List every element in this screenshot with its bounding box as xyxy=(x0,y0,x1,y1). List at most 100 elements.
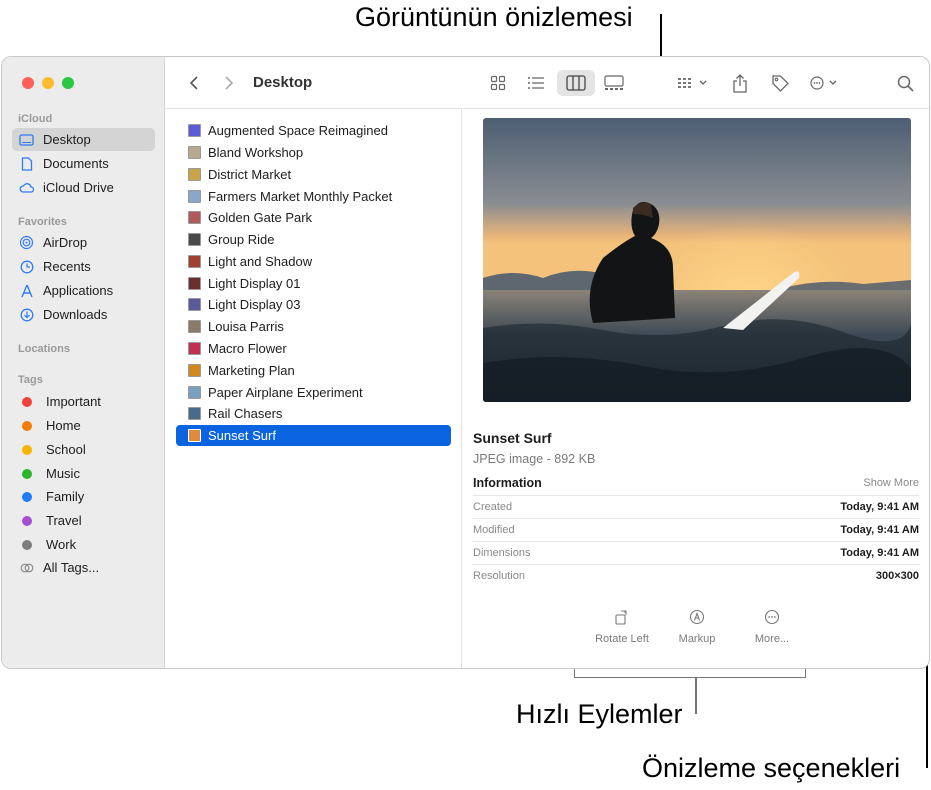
file-thumbnail-icon xyxy=(188,211,201,224)
file-thumbnail-icon xyxy=(188,320,201,333)
more-icon xyxy=(764,609,780,625)
columns-icon xyxy=(566,75,586,91)
list-view-button[interactable] xyxy=(521,70,551,96)
sidebar-item-applications[interactable]: Applications xyxy=(12,279,155,302)
sidebar-all-tags[interactable]: All Tags... xyxy=(12,556,155,579)
file-thumbnail-icon xyxy=(188,124,201,137)
chevron-right-icon xyxy=(225,76,234,90)
tags-icon xyxy=(19,560,34,575)
sidebar-item-icloud-drive[interactable]: iCloud Drive xyxy=(12,176,155,199)
download-icon xyxy=(19,307,34,322)
file-item[interactable]: Light Display 01 xyxy=(176,273,451,294)
column-view-button[interactable] xyxy=(557,70,595,96)
gallery-view-button[interactable] xyxy=(599,70,629,96)
section-tags: Tags xyxy=(18,374,43,386)
annotation-quick-actions: Hızlı Eylemler xyxy=(516,699,683,729)
sidebar-item-downloads[interactable]: Downloads xyxy=(12,303,155,326)
sidebar-tag-school[interactable]: School xyxy=(12,438,155,461)
image-preview[interactable] xyxy=(483,118,911,402)
rotate-left-icon xyxy=(615,610,627,625)
file-item[interactable]: Paper Airplane Experiment xyxy=(176,382,451,403)
tag-color-dot xyxy=(22,420,32,431)
sidebar-tag-work[interactable]: Work xyxy=(12,533,155,556)
file-thumbnail-icon xyxy=(188,342,201,355)
back-button[interactable] xyxy=(185,70,203,96)
search-button[interactable] xyxy=(893,70,917,96)
file-item[interactable]: Macro Flower xyxy=(176,338,451,359)
file-thumbnail-icon xyxy=(188,168,201,181)
group-by-button[interactable] xyxy=(673,70,713,96)
minimize-button[interactable] xyxy=(42,77,54,89)
file-thumbnail-icon xyxy=(188,277,201,290)
finder-window: iCloud Desktop Documents iCloud Drive Fa… xyxy=(1,56,930,669)
sidebar-tag-family[interactable]: Family xyxy=(12,485,155,508)
sidebar-tag-travel[interactable]: Travel xyxy=(12,509,155,532)
file-item[interactable]: Farmers Market Monthly Packet xyxy=(176,186,451,207)
file-item[interactable]: Augmented Space Reimagined xyxy=(176,120,451,141)
chevron-left-icon xyxy=(189,76,198,90)
toolbar: Desktop xyxy=(165,57,929,109)
tag-icon xyxy=(772,75,789,92)
airdrop-icon xyxy=(19,235,34,250)
sidebar-item-desktop[interactable]: Desktop xyxy=(12,128,155,151)
search-icon xyxy=(897,75,914,92)
applications-icon xyxy=(19,283,34,298)
file-item[interactable]: Golden Gate Park xyxy=(176,207,451,228)
action-button[interactable] xyxy=(807,70,843,96)
sidebar-tag-music[interactable]: Music xyxy=(12,462,155,485)
info-row-modified: Modified Today, 9:41 AM xyxy=(473,518,919,541)
close-button[interactable] xyxy=(22,77,34,89)
tag-color-dot xyxy=(22,396,32,407)
forward-button[interactable] xyxy=(220,70,238,96)
more-actions-button[interactable]: More... xyxy=(732,607,812,645)
sidebar-item-documents[interactable]: Documents xyxy=(12,152,155,175)
file-item[interactable]: District Market xyxy=(176,164,451,185)
file-item[interactable]: Light Display 03 xyxy=(176,294,451,315)
information-heading: Information xyxy=(473,476,542,490)
markup-button[interactable]: Markup xyxy=(657,607,737,645)
info-row-dimensions: Dimensions Today, 9:41 AM xyxy=(473,541,919,564)
file-thumbnail-icon xyxy=(188,407,201,420)
info-row-resolution: Resolution 300×300 xyxy=(473,564,919,587)
file-item[interactable]: Rail Chasers xyxy=(176,403,451,424)
sidebar-tag-important[interactable]: Important xyxy=(12,390,155,413)
info-row-created: Created Today, 9:41 AM xyxy=(473,495,919,518)
markup-icon xyxy=(689,609,705,625)
window-title: Desktop xyxy=(253,74,313,91)
file-thumbnail-icon xyxy=(188,386,201,399)
rotate-left-button[interactable]: Rotate Left xyxy=(582,607,662,645)
section-favorites: Favorites xyxy=(18,216,67,228)
grid-icon xyxy=(490,75,506,91)
tag-color-dot xyxy=(22,515,32,526)
annotation-quick-actions-line xyxy=(695,678,697,714)
file-column: Augmented Space Reimagined Bland Worksho… xyxy=(165,109,462,668)
preview-pane: Sunset Surf JPEG image - 892 KB Informat… xyxy=(462,109,929,668)
file-item-selected[interactable]: Sunset Surf xyxy=(176,425,451,446)
sidebar-item-airdrop[interactable]: AirDrop xyxy=(12,231,155,254)
icon-view-button[interactable] xyxy=(483,70,513,96)
section-locations: Locations xyxy=(18,343,70,355)
desktop-icon xyxy=(19,132,34,147)
file-item[interactable]: Louisa Parris xyxy=(176,316,451,337)
file-item[interactable]: Marketing Plan xyxy=(176,360,451,381)
file-thumbnail-icon xyxy=(188,298,201,311)
file-thumbnail-icon xyxy=(188,255,201,268)
file-item[interactable]: Light and Shadow xyxy=(176,251,451,272)
share-icon xyxy=(733,73,747,93)
show-more-link[interactable]: Show More xyxy=(863,477,919,489)
sidebar-item-recents[interactable]: Recents xyxy=(12,255,155,278)
sidebar: iCloud Desktop Documents iCloud Drive Fa… xyxy=(2,57,165,668)
annotation-preview: Görüntünün önizlemesi xyxy=(355,2,633,32)
file-item[interactable]: Bland Workshop xyxy=(176,142,451,163)
file-thumbnail-icon xyxy=(188,429,201,442)
ellipsis-circle-icon xyxy=(810,76,837,90)
annotation-preview-options: Önizleme seçenekleri xyxy=(642,753,901,783)
group-icon xyxy=(678,78,707,88)
sidebar-tag-home[interactable]: Home xyxy=(12,414,155,437)
zoom-button[interactable] xyxy=(62,77,74,89)
cloud-icon xyxy=(19,180,34,195)
file-item[interactable]: Group Ride xyxy=(176,229,451,250)
clock-icon xyxy=(19,259,34,274)
share-button[interactable] xyxy=(728,70,752,96)
tag-button[interactable] xyxy=(768,70,792,96)
